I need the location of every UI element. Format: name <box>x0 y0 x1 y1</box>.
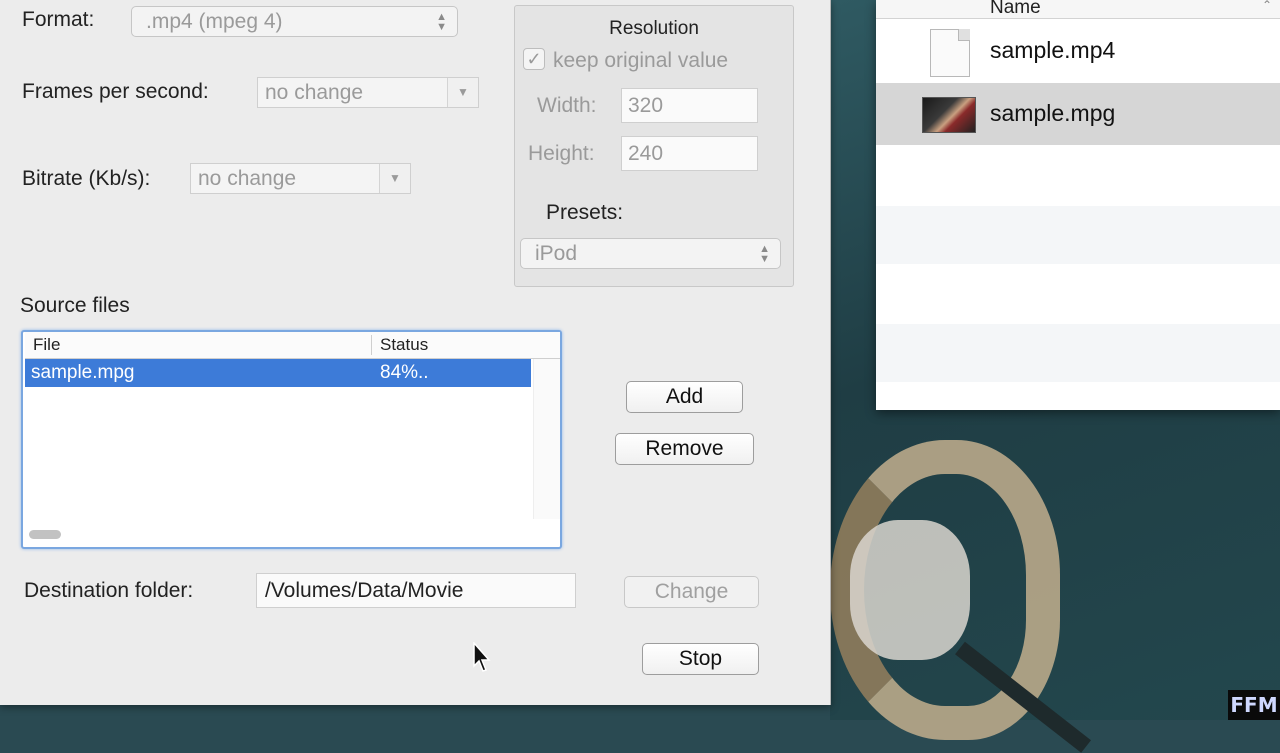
watermark: FFM <box>1228 690 1280 720</box>
finder-file-row[interactable]: sample.mp4 <box>876 20 1280 82</box>
row-status: 84%.. <box>380 362 429 383</box>
change-button[interactable]: Change <box>624 576 759 608</box>
keep-original-label: keep original value <box>553 49 729 72</box>
name-column-label: Name <box>990 0 1041 18</box>
destination-label: Destination folder: <box>24 579 194 602</box>
updown-arrows-icon: ▲ ▼ <box>436 11 447 33</box>
height-label: Height: <box>528 142 595 165</box>
fps-value: no change <box>265 81 364 104</box>
finder-window: Name ⌃ sample.mp4 sample.mpg <box>876 0 1280 410</box>
width-label: Width: <box>537 94 597 117</box>
bitrate-value: no change <box>198 167 297 190</box>
converter-window: Format: .mp4 (mpeg 4) ▲ ▼ Frames per seco… <box>0 0 831 705</box>
file-name: sample.mpg <box>990 100 1116 126</box>
column-divider <box>371 335 372 355</box>
resolution-group: Resolution ✓ keep original value Width: … <box>514 5 794 287</box>
add-button[interactable]: Add <box>626 381 743 413</box>
destination-field[interactable]: /Volumes/Data/Movie <box>256 573 576 608</box>
presets-value: iPod <box>535 242 578 265</box>
file-name: sample.mp4 <box>990 37 1116 63</box>
checkmark-icon: ✓ <box>526 49 542 69</box>
updown-arrows-icon: ▲ ▼ <box>759 243 770 265</box>
file-column-header[interactable]: File <box>33 335 60 355</box>
status-column-header[interactable]: Status <box>380 335 428 355</box>
table-header: File Status <box>25 332 560 359</box>
presets-label: Presets: <box>546 201 624 224</box>
horizontal-scrollbar[interactable] <box>29 530 61 539</box>
sort-chevron-icon: ⌃ <box>1261 0 1272 12</box>
vertical-scroll-track[interactable] <box>533 359 560 519</box>
chevron-down-icon[interactable]: ▼ <box>447 78 478 107</box>
remove-button[interactable]: Remove <box>615 433 754 465</box>
fps-combo[interactable]: no change ▼ <box>257 77 479 108</box>
format-value: .mp4 (mpeg 4) <box>146 10 283 33</box>
width-field[interactable]: 320 <box>621 88 758 123</box>
fps-label: Frames per second: <box>22 80 209 103</box>
format-label: Format: <box>22 8 95 31</box>
height-field[interactable]: 240 <box>621 136 758 171</box>
stop-button[interactable]: Stop <box>642 643 759 675</box>
video-thumbnail-icon <box>922 97 976 133</box>
source-files-label: Source files <box>20 294 130 317</box>
presets-popup[interactable]: iPod ▲ ▼ <box>520 238 781 269</box>
document-fold <box>958 29 970 41</box>
source-files-table[interactable]: File Status sample.mpg 84%.. <box>21 330 562 549</box>
mouse-pointer-icon <box>473 642 491 672</box>
keep-original-checkbox[interactable]: ✓ <box>523 48 545 70</box>
desktop-wallpaper-shape <box>850 520 970 660</box>
bitrate-combo[interactable]: no change ▼ <box>190 163 411 194</box>
chevron-down-icon[interactable]: ▼ <box>379 164 410 193</box>
resolution-title: Resolution <box>609 18 699 39</box>
format-popup[interactable]: .mp4 (mpeg 4) ▲ ▼ <box>131 6 458 37</box>
finder-column-header[interactable]: Name ⌃ <box>876 0 1280 19</box>
bitrate-label: Bitrate (Kb/s): <box>22 167 151 190</box>
table-row[interactable]: sample.mpg 84%.. <box>25 359 531 387</box>
empty-row <box>876 206 1280 264</box>
empty-row <box>876 324 1280 382</box>
row-file: sample.mpg <box>31 362 135 383</box>
finder-file-row-selected[interactable]: sample.mpg <box>876 83 1280 145</box>
